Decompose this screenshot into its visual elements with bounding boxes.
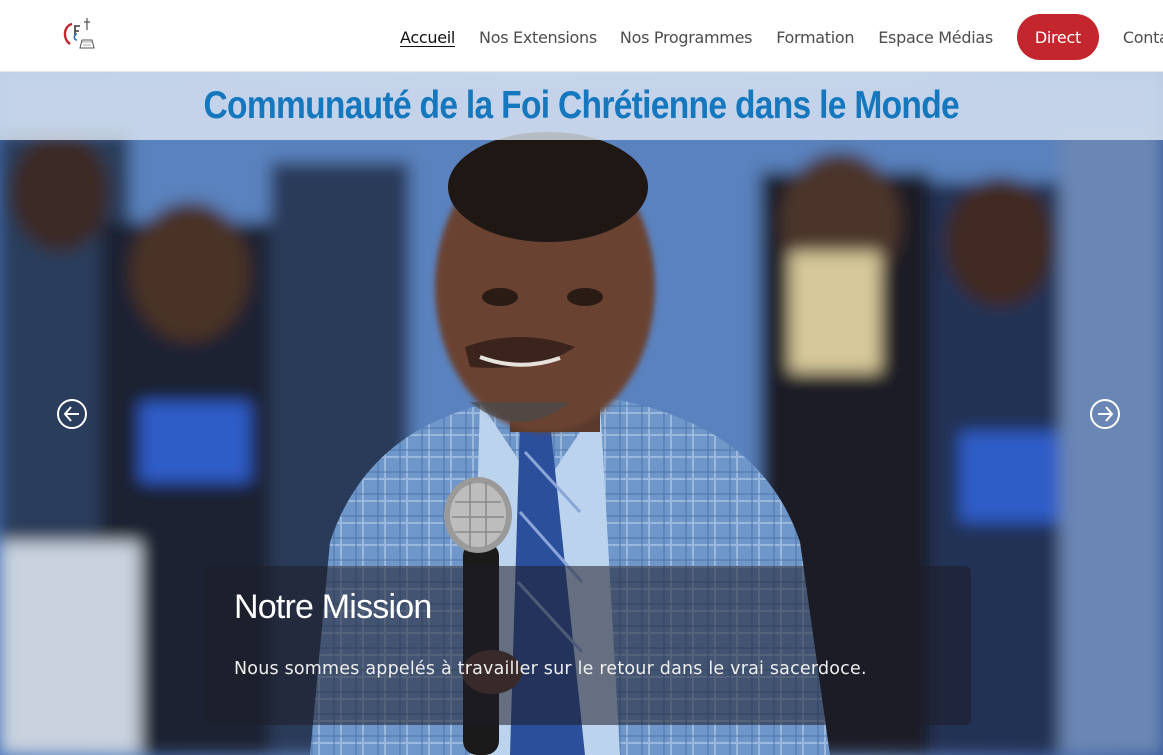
- slide-heading: Notre Mission: [234, 588, 432, 626]
- arrow-left-circle-icon: [57, 399, 87, 429]
- slide-text: Nous sommes appelés à travailler sur le …: [234, 659, 867, 679]
- nav-accueil-link[interactable]: Accueil: [400, 28, 455, 47]
- carousel-prev-button[interactable]: [56, 394, 88, 434]
- arrow-right-circle-icon: [1090, 399, 1120, 429]
- slide-caption: Notre Mission Nous sommes appelés à trav…: [205, 566, 971, 725]
- direct-live-button[interactable]: Direct: [1016, 14, 1099, 60]
- carousel-next-button[interactable]: [1089, 394, 1121, 434]
- church-logo-icon[interactable]: [58, 14, 96, 54]
- nav-formation-link[interactable]: Formation: [776, 28, 854, 47]
- site-header: Accueil Nos Extensions Nos Programmes Fo…: [0, 0, 1163, 72]
- site-title: Communauté de la Foi Chrétienne dans le …: [203, 84, 960, 127]
- hero-title-bar: Communauté de la Foi Chrétienne dans le …: [0, 72, 1163, 140]
- nav-programmes-link[interactable]: Nos Programmes: [620, 28, 753, 47]
- hero-carousel: Communauté de la Foi Chrétienne dans le …: [0, 72, 1163, 755]
- main-nav: Accueil Nos Extensions Nos Programmes Fo…: [400, 14, 1163, 60]
- nav-contact-link[interactable]: Contact: [1123, 28, 1163, 47]
- nav-espace-medias-link[interactable]: Espace Médias: [878, 28, 993, 47]
- nav-extensions-link[interactable]: Nos Extensions: [479, 28, 597, 47]
